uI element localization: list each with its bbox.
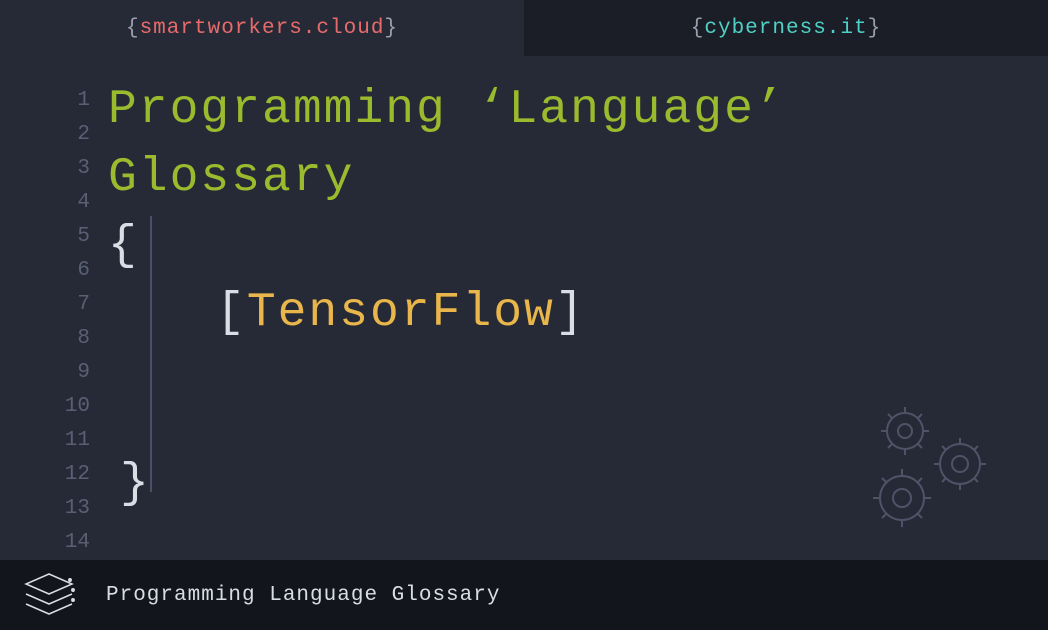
tab-smartworkers[interactable]: {smartworkers.cloud}	[0, 0, 524, 56]
line-number: 11	[0, 424, 90, 458]
open-brace: {	[108, 212, 1048, 280]
code-editor: 1 2 3 4 5 6 7 8 9 10 11 12 13 14 Program…	[0, 56, 1048, 560]
tab-bar: {smartworkers.cloud} {cyberness.it}	[0, 0, 1048, 56]
line-number: 1	[0, 84, 90, 118]
line-number: 12	[0, 458, 90, 492]
line-number-gutter: 1 2 3 4 5 6 7 8 9 10 11 12 13 14	[0, 56, 108, 560]
line-number: 3	[0, 152, 90, 186]
line-number: 10	[0, 390, 90, 424]
tab-label-left: smartworkers.cloud	[140, 17, 385, 40]
indent-guide	[150, 216, 152, 492]
line-number: 5	[0, 220, 90, 254]
glossary-title: Programming ‘Language’ Glossary	[108, 76, 1048, 212]
bracket-left-icon: [	[216, 286, 247, 340]
tab-label-right: cyberness.it	[704, 17, 867, 40]
footer-label: Programming Language Glossary	[106, 584, 500, 607]
code-area: Programming ‘Language’ Glossary { [Tenso…	[108, 56, 1048, 560]
gears-icon	[860, 406, 1000, 536]
brace-left-icon: {	[691, 17, 705, 40]
line-number: 2	[0, 118, 90, 152]
term-text: TensorFlow	[247, 286, 555, 340]
line-number: 9	[0, 356, 90, 390]
footer-bar: Programming Language Glossary	[0, 560, 1048, 630]
glossary-term: [TensorFlow]	[216, 296, 586, 330]
brace-left-icon: {	[126, 17, 140, 40]
brace-right-icon: }	[868, 17, 882, 40]
brace-right-icon: }	[384, 17, 398, 40]
line-number: 4	[0, 186, 90, 220]
line-number: 7	[0, 288, 90, 322]
bracket-right-icon: ]	[555, 286, 586, 340]
layers-icon	[22, 568, 76, 622]
line-number: 8	[0, 322, 90, 356]
line-number: 13	[0, 492, 90, 526]
line-number: 6	[0, 254, 90, 288]
line-number: 14	[0, 526, 90, 560]
tab-cyberness[interactable]: {cyberness.it}	[524, 0, 1048, 56]
